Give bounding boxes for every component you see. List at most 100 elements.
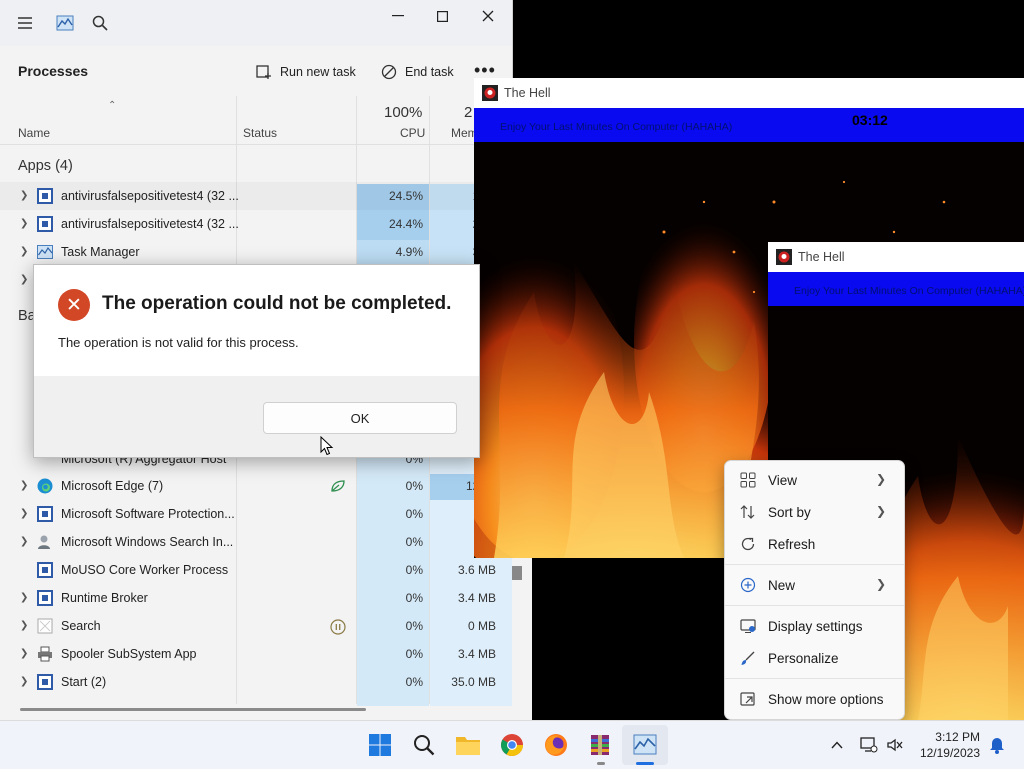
volume-muted-icon[interactable]	[882, 731, 908, 759]
hell-title-bar[interactable]: The Hell	[474, 78, 1024, 108]
scroll-thumb[interactable]	[512, 566, 522, 580]
process-cpu: 0%	[405, 479, 423, 493]
chevron-right-icon[interactable]: ❯	[20, 190, 28, 201]
toolbar: Processes Run new task End task •••	[0, 46, 512, 96]
hell-banner-text: Enjoy Your Last Minutes On Computer (HAH…	[500, 121, 733, 133]
end-task-button[interactable]: End task	[381, 62, 454, 82]
chevron-right-icon: ❯	[875, 504, 886, 518]
grid-view-icon	[739, 471, 757, 489]
process-name: Runtime Broker	[61, 591, 148, 605]
hell-banner-text: Enjoy Your Last Minutes On Computer (HAH…	[794, 285, 1024, 297]
task-manager-icon	[37, 244, 53, 260]
menu-item-new[interactable]: New ❯	[729, 570, 900, 600]
chevron-right-icon[interactable]: ❯	[20, 508, 28, 519]
firefox-icon[interactable]	[542, 731, 570, 759]
horizontal-scrollbar[interactable]	[20, 708, 366, 711]
ok-button[interactable]: OK	[263, 402, 457, 434]
menu-item-display-settings[interactable]: Display settings	[729, 611, 900, 641]
chevron-right-icon[interactable]: ❯	[20, 676, 28, 687]
desktop-context-menu: View ❯ Sort by ❯ Refresh New ❯ Display s…	[724, 460, 905, 720]
notification-bell-icon[interactable]	[984, 731, 1010, 759]
minimize-button[interactable]	[384, 6, 412, 26]
hell-app-icon	[482, 85, 498, 101]
chevron-right-icon[interactable]: ❯	[20, 218, 28, 229]
menu-item-sort-by[interactable]: Sort by ❯	[729, 497, 900, 527]
chevron-right-icon[interactable]: ❯	[20, 536, 28, 547]
column-status[interactable]: Status	[243, 126, 277, 140]
column-name[interactable]: Name	[18, 126, 50, 140]
table-row[interactable]: ❯ Search 0% 0 MB	[0, 612, 512, 640]
chevron-right-icon[interactable]: ❯	[20, 480, 28, 491]
process-cpu: 0%	[405, 647, 423, 661]
sort-arrows-icon	[739, 503, 757, 521]
table-row[interactable]: ❯ Microsoft Edge (7) 0% 129.4	[0, 472, 512, 500]
sort-up-icon[interactable]: ⌃	[108, 100, 116, 111]
start-windows-icon[interactable]	[366, 731, 394, 759]
table-row[interactable]: ❯ Spooler SubSystem App 0% 3.4 MB	[0, 640, 512, 668]
winrar-icon[interactable]	[586, 731, 614, 759]
menu-label: New	[768, 577, 796, 593]
process-cpu: 0%	[405, 535, 423, 549]
table-row[interactable]: ❯ Start (2) 0% 35.0 MB	[0, 668, 512, 696]
process-name: Start (2)	[61, 675, 107, 689]
task-manager-taskbar-icon[interactable]	[631, 731, 659, 759]
end-task-label: End task	[405, 65, 454, 79]
table-row[interactable]: ❯ Task Manager 4.9% 38.1	[0, 238, 512, 266]
table-row[interactable]: ❯ Microsoft Software Protection... 0% 8.…	[0, 500, 512, 528]
process-cpu: 24.5%	[388, 189, 423, 203]
table-row[interactable]: MoUSO Core Worker Process 0% 3.6 MB	[0, 556, 512, 584]
process-cpu: 0%	[405, 563, 423, 577]
table-row[interactable]: ❯ antivirusfalsepositivetest4 (32 ... 24…	[0, 182, 512, 210]
chevron-right-icon[interactable]: ❯	[20, 274, 28, 285]
table-header: ⌃ Name Status 100% CPU 2 Mem	[0, 96, 512, 144]
process-cpu: 24.4%	[388, 217, 423, 231]
table-row[interactable]: ❯ antivirusfalsepositivetest4 (32 ... 24…	[0, 210, 512, 238]
network-monitor-icon[interactable]	[856, 731, 882, 759]
file-explorer-icon[interactable]	[454, 731, 482, 759]
search-icon[interactable]	[89, 12, 111, 34]
table-row[interactable]: ❯ Runtime Broker 0% 3.4 MB	[0, 584, 512, 612]
dialog-message: The operation is not valid for this proc…	[58, 335, 299, 350]
running-indicator	[597, 762, 605, 765]
group-apps[interactable]: Apps (4)	[18, 158, 73, 174]
app-window-icon	[37, 216, 53, 232]
app-window-icon	[37, 188, 53, 204]
close-button[interactable]	[474, 6, 502, 26]
menu-item-view[interactable]: View ❯	[729, 465, 900, 495]
error-icon: ✕	[58, 289, 90, 321]
menu-item-personalize[interactable]: Personalize	[729, 643, 900, 673]
clock-time[interactable]: 3:12 PM	[930, 730, 980, 744]
hell-app-icon	[776, 249, 792, 265]
show-more-icon	[739, 690, 757, 708]
process-memory: 3.6 MB	[457, 563, 496, 577]
run-new-task-icon	[256, 65, 271, 79]
hamburger-menu-icon[interactable]	[14, 12, 36, 34]
chevron-right-icon[interactable]: ❯	[20, 648, 28, 659]
chevron-right-icon[interactable]: ❯	[20, 592, 28, 603]
taskbar-search-icon[interactable]	[410, 731, 438, 759]
clock-date[interactable]: 12/19/2023	[910, 746, 980, 760]
chevron-right-icon[interactable]: ❯	[20, 620, 28, 631]
maximize-button[interactable]	[428, 6, 456, 26]
run-new-task-button[interactable]: Run new task	[256, 62, 356, 82]
process-memory: 3.4 MB	[457, 591, 496, 605]
column-cpu[interactable]: CPU	[400, 126, 425, 140]
chrome-icon[interactable]	[498, 731, 526, 759]
menu-label: Show more options	[768, 691, 884, 707]
brush-icon	[739, 649, 757, 667]
menu-item-show-more-options[interactable]: Show more options	[729, 684, 900, 714]
plus-circle-icon	[739, 576, 757, 594]
menu-item-refresh[interactable]: Refresh	[729, 529, 900, 559]
table-row[interactable]: ❯ Microsoft Windows Search In... 0% 3.7	[0, 528, 512, 556]
chevron-right-icon: ❯	[875, 472, 886, 486]
menu-label: Display settings	[768, 618, 863, 634]
hell-title-bar-2[interactable]: The Hell	[768, 242, 1024, 272]
dialog-title: The operation could not be completed.	[102, 293, 452, 314]
process-name: MoUSO Core Worker Process	[61, 563, 229, 577]
hell-window-title: The Hell	[504, 86, 551, 100]
chevron-right-icon[interactable]: ❯	[20, 246, 28, 257]
run-new-task-label: Run new task	[280, 65, 356, 79]
show-hidden-icons-chevron-up-icon[interactable]	[824, 731, 850, 759]
app-window-icon	[37, 506, 53, 522]
hell-banner-2: Enjoy Your Last Minutes On Computer (HAH…	[768, 272, 1024, 306]
